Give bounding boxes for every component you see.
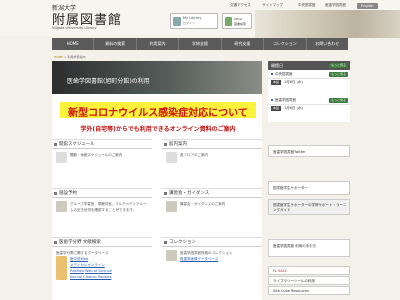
medical-dot-icon [271,99,273,101]
facility-panel: 施設予約 グループ学習室、視聴覚室、マルチメディアルームの空き状況を確認すること… [52,188,152,216]
collection-text: 医歯学図書館所蔵のコレクション [180,251,233,255]
sidebar: 開館日 もっと見る 中央図書館 もっと見る 本館 1月6日 (水) 医歯学図書館 … [268,61,350,295]
hours-header: 開館日 もっと見る [268,61,350,70]
medical-library-name[interactable]: 医歯学図書館 [275,98,296,102]
collection-link-rare[interactable]: 貴重書画像データベース [180,257,218,261]
util-central-link[interactable]: 中央図書館 [298,3,316,8]
nav-search[interactable]: 資料の検索 [94,38,137,50]
db-link-wos[interactable]: Web of Science [85,269,112,273]
library-name-en: Niigata University Library [52,26,97,30]
db-text: 医歯学分野に関するデータベース [56,251,109,255]
remote-resources-link[interactable]: 学外(自宅等)からでも利用できるオンライン資料のご案内 [60,124,256,133]
util-medical-link[interactable]: 医歯学図書館 [325,3,346,8]
medical-more-button[interactable]: もっと見る [328,98,348,103]
central-day-row: 本館 1月6日 (水) [268,79,350,86]
db-link-jcr[interactable]: Journal Citation Reports [70,275,111,279]
usage-guide-banner[interactable]: 医歯学図書館 利用の手引き [268,239,350,257]
supporter-banner[interactable]: 図書館学生サポーター [268,181,350,195]
medical-day-tag: 本館 [271,106,282,111]
schedule-panel: 開館スケジュール 開館・休館スケジュールのご案内 [52,139,152,166]
floor-map-icon [166,152,177,163]
hero-banner: 医歯学図書館(旭町分館)の利用 [52,61,262,94]
page-title: 医歯学図書館(旭町分館)の利用 [67,78,150,85]
schedule-title[interactable]: 開館スケジュール [52,140,152,149]
mylibrary-sub: ログイン [183,21,196,25]
central-library-row: 中央図書館 もっと見る [268,70,350,79]
seminar-title[interactable]: 講習会・ガイダンス [162,189,262,198]
guide-text: 各フロアのご案内 [180,153,208,157]
seminar-text: 講習会・ガイダンスのご案内 [180,202,226,206]
other-line1: Other [234,17,243,21]
nav-home[interactable]: HOME [52,38,95,50]
nav-collection[interactable]: コレクション [264,38,307,50]
main-nav: HOME 資料の検索 利用案内 学修支援 研究支援 コレクション お問い合わせ [52,38,348,50]
seminar-icon [166,201,177,212]
medical-library-row: 医歯学図書館 もっと見る [268,96,350,105]
db-title[interactable]: 医歯学分野 文献検索 [52,238,152,247]
nav-study[interactable]: 学修支援 [179,38,222,50]
seminar-panel: 講習会・ガイダンス 講習会・ガイダンスのご案内 [162,188,262,215]
central-day-date: 1月6日 (水) [284,80,303,84]
nav-guide[interactable]: 利用案内 [137,38,180,50]
other-icon [225,17,232,26]
twitter-banner[interactable]: 医歯学図書館Twitter [268,145,350,157]
mylibrary-title: My Library [183,16,202,20]
breadcrumb-current: 利用学習案内 [67,55,86,59]
other-search-button[interactable]: Other 蔵書検索 [222,13,252,29]
covid-notice-link[interactable]: 新型コロナウイルス感染症対応について [60,104,256,119]
db-link-medicalonline[interactable]: メディカルオンライン [70,263,105,267]
nav-research[interactable]: 研究支援 [222,38,265,50]
facility-title[interactable]: 施設予約 [52,189,152,198]
learning-guide-banner[interactable]: 図書館学生サポーターの学修サポート・ラーニングガイド [268,199,350,215]
db-link-pubmed[interactable]: PubMed [70,269,84,273]
guide-title[interactable]: 館内案内 [162,140,262,149]
medical-day-row: 本館 1月6日 (水) [268,105,350,112]
nav-contact[interactable]: お問い合わせ [307,38,348,50]
central-library-name[interactable]: 中央図書館 [275,72,293,76]
medical-day-date: 1月6日 (水) [284,106,303,110]
database-icon [56,256,67,280]
room-icon [56,201,67,212]
collection-panel: コレクション 医歯学図書館所蔵のコレクション 貴重書画像データベース [162,237,262,265]
central-day-tag: 本館 [271,80,282,85]
util-english-link[interactable]: English [357,3,378,9]
central-dot-icon [271,73,273,75]
breadcrumb-home[interactable]: HOME [54,55,63,59]
breadcrumb: HOME > 利用学習案内 [54,55,86,59]
calendar-icon [56,152,67,163]
header-photo [255,10,400,38]
hours-title: 開館日 [271,63,283,68]
db-panel: 医歯学分野 文献検索 医歯学分野に関するデータベース 医中誌Web メディカルオ… [52,237,152,283]
mylibrary-button[interactable]: My Library ログイン [170,13,218,29]
guide-panel: 館内案内 各フロアのご案内 [162,139,262,166]
db-link-ichushi[interactable]: 医中誌Web [70,257,88,261]
site-header: 新潟大学 附属図書館 Niigata University Library 交通… [0,0,400,38]
flsalc-banner[interactable]: FL SALC [268,266,350,275]
hours-more-button[interactable]: もっと見る [328,63,348,68]
facility-text: グループ学習室、視聴覚室、マルチメディアルームの空き状況を確認することができます… [70,202,147,212]
util-access-link[interactable]: 交通アクセス [230,3,251,8]
mylibrary-icon [173,17,181,26]
schedule-text: 開館・休館スケジュールのご案内 [70,153,123,157]
collection-title[interactable]: コレクション [162,238,262,247]
other-line2: 蔵書検索 [234,22,247,26]
library-tools-banner[interactable]: ライブラリーツールの利用 [268,276,350,285]
main-content: 医歯学図書館(旭町分館)の利用 新型コロナウイルス感染症対応について 学外(自宅… [52,61,262,300]
util-sitemap-link[interactable]: サイトマップ [262,3,283,8]
site-resources-banner[interactable]: Site Cube Resources [268,286,350,295]
collection-icon [166,250,177,261]
central-more-button[interactable]: もっと見る [328,72,348,77]
